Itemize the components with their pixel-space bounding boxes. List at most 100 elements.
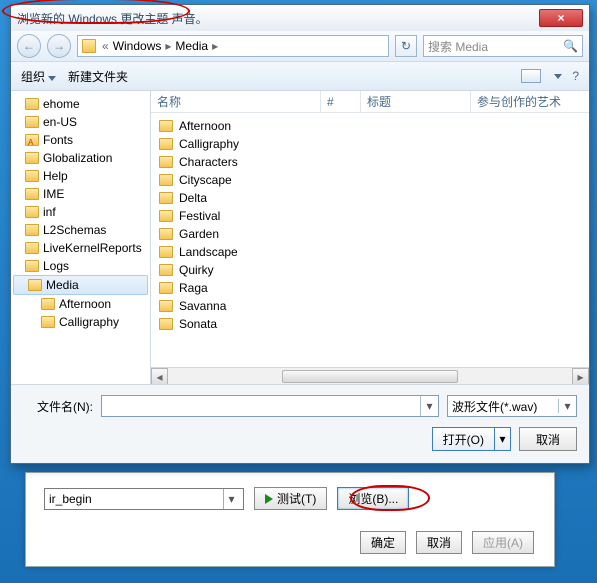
- nav-forward-button[interactable]: →: [47, 34, 71, 58]
- scroll-thumb[interactable]: [282, 370, 457, 383]
- tree-item-label: Help: [43, 169, 68, 183]
- filename-input[interactable]: [102, 396, 420, 416]
- chevron-down-icon[interactable]: ▾: [420, 396, 438, 416]
- folder-icon: [159, 300, 173, 312]
- folder-icon: [159, 156, 173, 168]
- tree-item-label: Afternoon: [59, 297, 111, 311]
- breadcrumb[interactable]: « Windows ▸ Media ▸: [77, 35, 389, 57]
- tree-item[interactable]: L2Schemas: [11, 221, 150, 239]
- list-item-label: Characters: [179, 155, 238, 169]
- tree-item[interactable]: ehome: [11, 95, 150, 113]
- tree-item[interactable]: Media: [13, 275, 148, 295]
- folder-icon: [159, 282, 173, 294]
- view-options-button[interactable]: [521, 69, 541, 83]
- chevron-down-icon[interactable]: ▾: [558, 399, 576, 413]
- tree-item[interactable]: Logs: [11, 257, 150, 275]
- folder-icon: [41, 316, 55, 328]
- folder-icon: [25, 116, 39, 128]
- nav-back-button[interactable]: ←: [17, 34, 41, 58]
- folder-icon: [25, 188, 39, 200]
- filename-combo[interactable]: ▾: [101, 395, 439, 417]
- open-button[interactable]: 打开(O): [432, 427, 495, 451]
- folder-icon: [159, 264, 173, 276]
- tree-item-label: L2Schemas: [43, 223, 106, 237]
- folder-icon: [159, 138, 173, 150]
- tree-item[interactable]: IME: [11, 185, 150, 203]
- help-button[interactable]: ?: [572, 69, 579, 83]
- tree-item[interactable]: Help: [11, 167, 150, 185]
- col-num[interactable]: #: [321, 91, 361, 112]
- horizontal-scrollbar[interactable]: ◂ ▸: [151, 367, 589, 384]
- tree-item-label: inf: [43, 205, 56, 219]
- folder-icon: [41, 298, 55, 310]
- list-item[interactable]: Garden: [151, 225, 589, 243]
- list-item[interactable]: Raga: [151, 279, 589, 297]
- tree-item[interactable]: Fonts: [11, 131, 150, 149]
- breadcrumb-overflow[interactable]: «: [100, 39, 111, 53]
- list-item[interactable]: Quirky: [151, 261, 589, 279]
- chevron-right-icon[interactable]: ▸: [210, 39, 220, 53]
- folder-icon: [159, 210, 173, 222]
- toolbar: 组织 新建文件夹 ?: [11, 61, 589, 91]
- list-item[interactable]: Cityscape: [151, 171, 589, 189]
- file-list[interactable]: Afternoon Calligraphy Characters CityscapeD…: [151, 113, 589, 367]
- list-item-label: Quirky: [179, 263, 214, 277]
- search-input[interactable]: 搜索 Media 🔍: [423, 35, 583, 57]
- open-split-button[interactable]: 打开(O) ▾: [432, 427, 511, 451]
- organize-label: 组织: [21, 70, 45, 84]
- folder-tree[interactable]: ehomeen-USFontsGlobalization Help IME inf L2…: [11, 91, 151, 384]
- scroll-left-button[interactable]: ◂: [151, 368, 168, 384]
- sound-scheme-combo[interactable]: ir_begin ▾: [44, 488, 244, 510]
- tree-item[interactable]: Globalization: [11, 149, 150, 167]
- dialog-bottom: 文件名(N): ▾ 波形文件(*.wav) ▾ 打开(O) ▾ 取消: [11, 384, 589, 463]
- list-item[interactable]: Afternoon: [151, 117, 589, 135]
- column-headers[interactable]: 名称 # 标题 参与创作的艺术: [151, 91, 589, 113]
- test-button[interactable]: 测试(T): [254, 487, 327, 510]
- sound-settings-window: ir_begin ▾ 测试(T) 浏览(B)... 确定 取消 应用(A): [25, 472, 555, 567]
- list-item[interactable]: Calligraphy: [151, 135, 589, 153]
- folder-icon: [159, 174, 173, 186]
- cancel-button[interactable]: 取消: [519, 427, 577, 451]
- refresh-button[interactable]: ↻: [395, 35, 417, 57]
- breadcrumb-seg-media[interactable]: Media: [173, 39, 210, 53]
- test-button-label: 测试(T): [277, 490, 316, 507]
- col-title[interactable]: 标题: [361, 91, 471, 112]
- list-item-label: Savanna: [179, 299, 226, 313]
- list-item[interactable]: Delta: [151, 189, 589, 207]
- col-artist[interactable]: 参与创作的艺术: [471, 91, 589, 112]
- close-icon: ×: [557, 11, 564, 25]
- ok-button[interactable]: 确定: [360, 531, 406, 554]
- folder-icon: [25, 224, 39, 236]
- tree-item[interactable]: Calligraphy: [11, 313, 150, 331]
- organize-button[interactable]: 组织: [21, 68, 56, 85]
- filetype-filter[interactable]: 波形文件(*.wav) ▾: [447, 395, 577, 417]
- newfolder-button[interactable]: 新建文件夹: [68, 68, 128, 85]
- folder-icon: [28, 279, 42, 291]
- tree-item[interactable]: inf: [11, 203, 150, 221]
- list-item[interactable]: Landscape: [151, 243, 589, 261]
- dialog-title: 浏览新的 Windows 更改主题 声音。: [17, 10, 208, 27]
- tree-item[interactable]: LiveKernelReports: [11, 239, 150, 257]
- scroll-right-button[interactable]: ▸: [572, 368, 589, 384]
- cancel-button[interactable]: 取消: [416, 531, 462, 554]
- col-name[interactable]: 名称: [151, 91, 321, 112]
- list-item[interactable]: Characters: [151, 153, 589, 171]
- titlebar[interactable]: 浏览新的 Windows 更改主题 声音。 ×: [11, 5, 589, 31]
- close-button[interactable]: ×: [539, 9, 583, 27]
- apply-button-label: 应用(A): [483, 534, 523, 551]
- browse-button[interactable]: 浏览(B)...: [337, 487, 409, 510]
- list-item[interactable]: Sonata: [151, 315, 589, 333]
- tree-item[interactable]: en-US: [11, 113, 150, 131]
- file-open-dialog: 浏览新的 Windows 更改主题 声音。 × ← → « Windows ▸ …: [10, 4, 590, 464]
- list-item-label: Festival: [179, 209, 220, 223]
- breadcrumb-seg-windows[interactable]: Windows: [111, 39, 164, 53]
- chevron-down-icon: [48, 76, 56, 81]
- tree-item[interactable]: Afternoon: [11, 295, 150, 313]
- list-item[interactable]: Festival: [151, 207, 589, 225]
- chevron-right-icon[interactable]: ▸: [163, 39, 173, 53]
- open-dropdown-button[interactable]: ▾: [495, 427, 511, 451]
- folder-icon: [159, 192, 173, 204]
- list-item[interactable]: Savanna: [151, 297, 589, 315]
- list-item-label: Afternoon: [179, 119, 231, 133]
- folder-icon: [159, 228, 173, 240]
